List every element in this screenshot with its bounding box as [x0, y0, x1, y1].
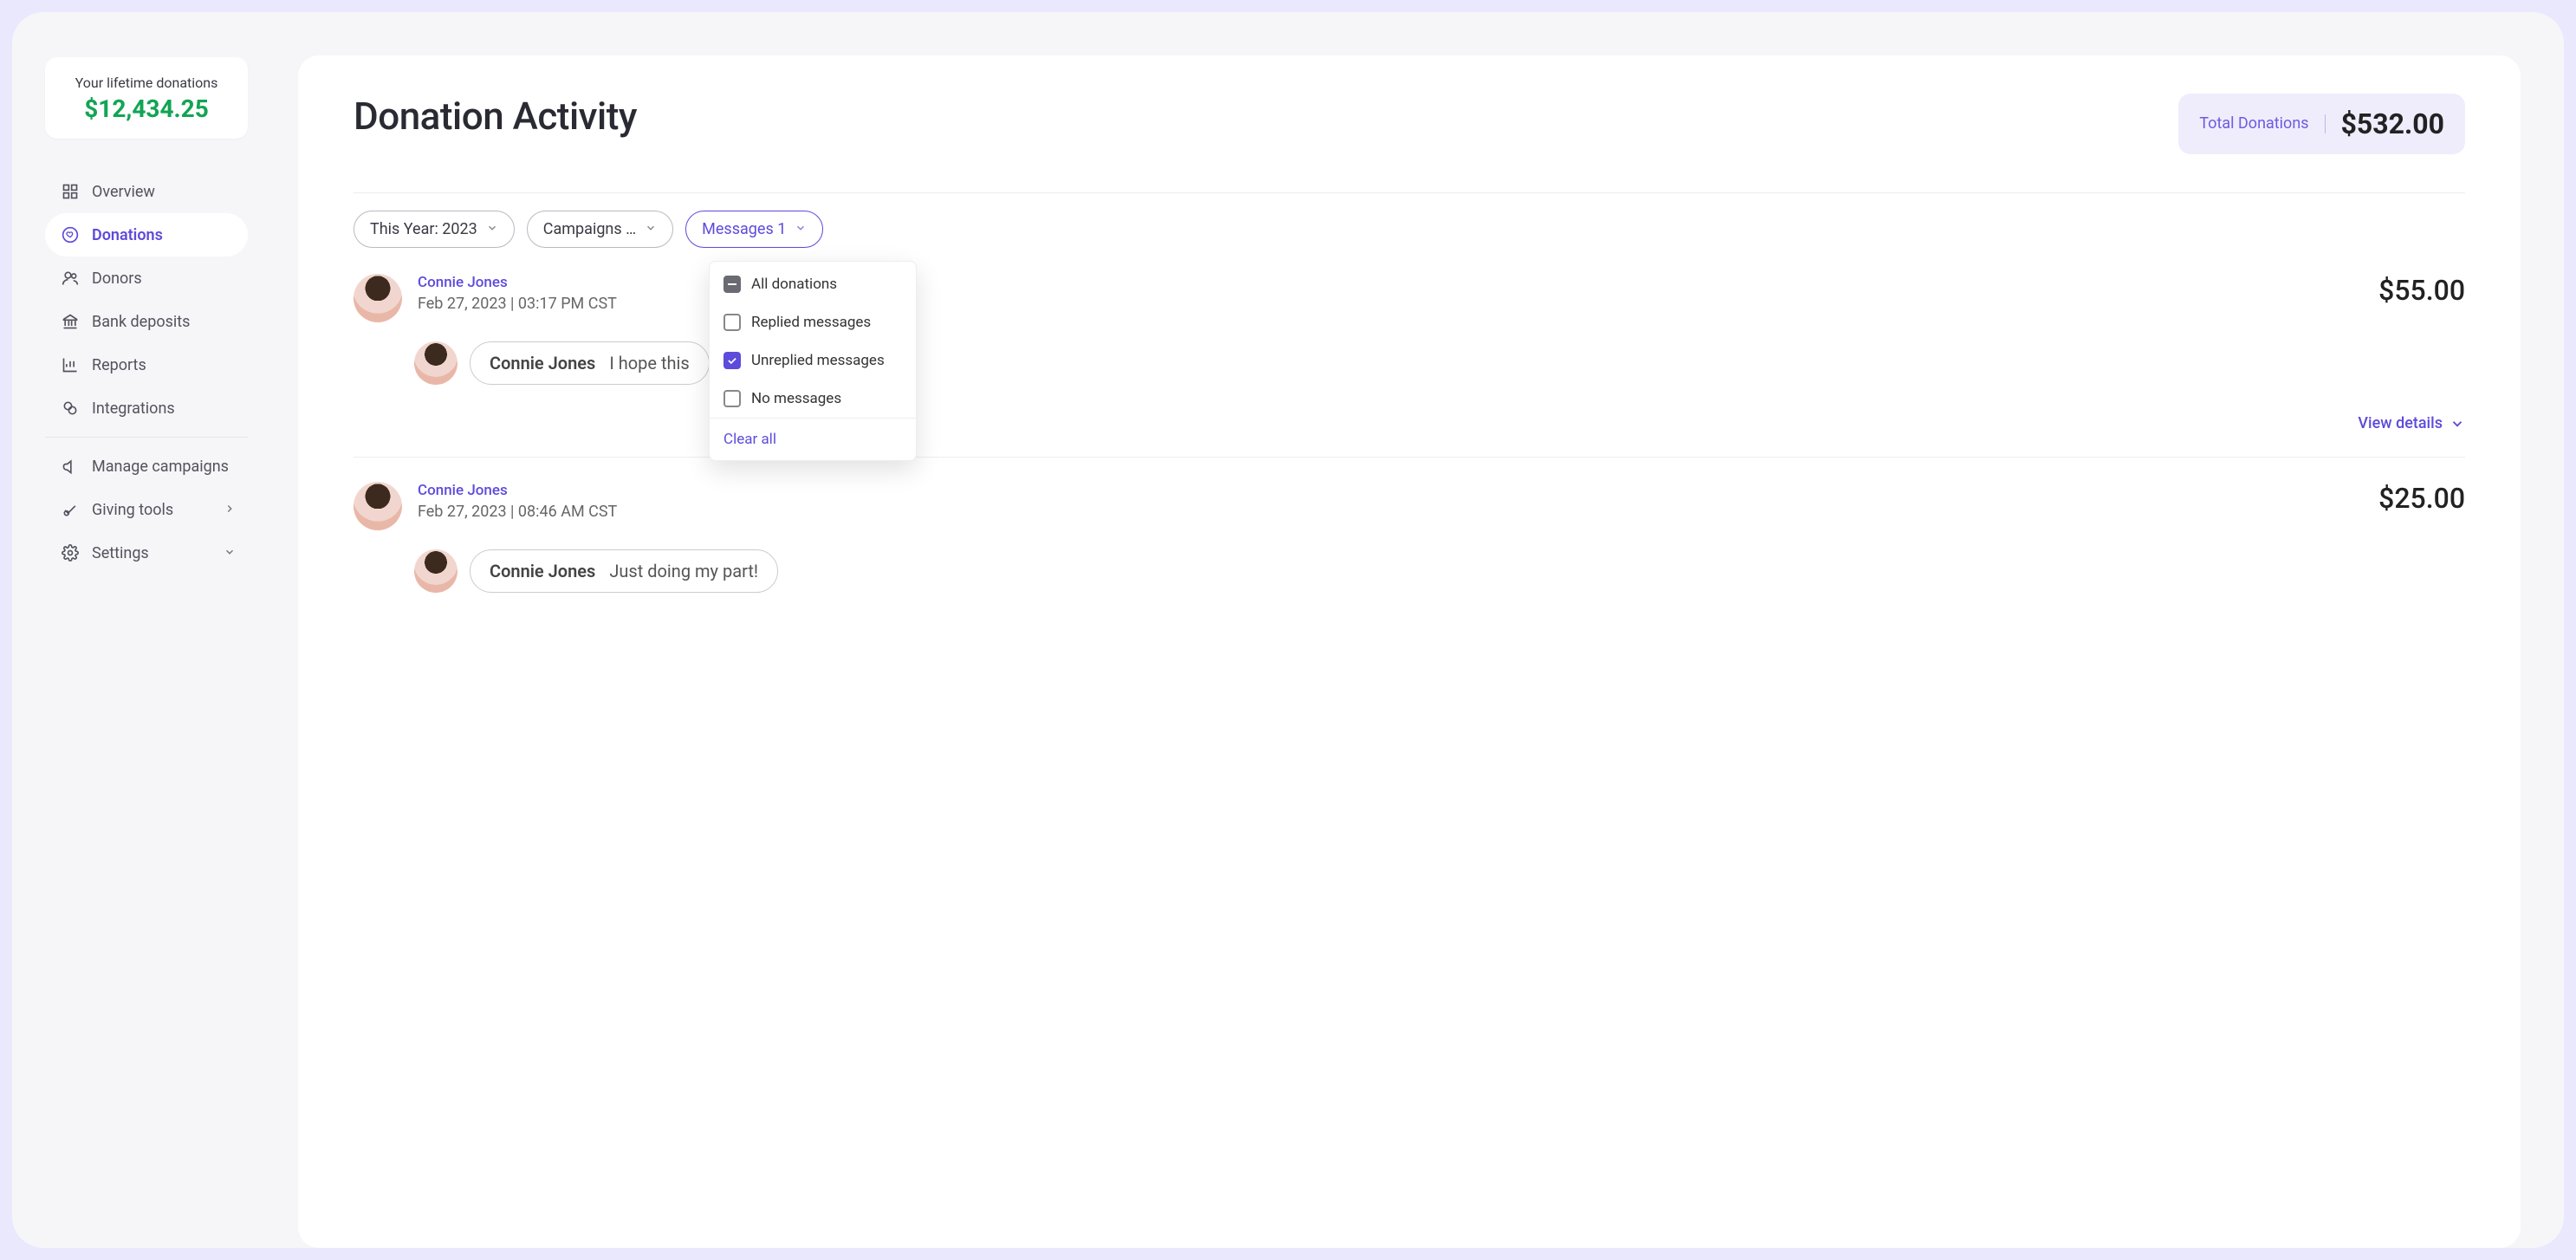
message-author: Connie Jones — [490, 353, 595, 373]
filter-campaigns[interactable]: Campaigns … — [527, 211, 673, 248]
chevron-down-icon — [224, 544, 236, 562]
donation-timestamp: Feb 27, 2023 | 08:46 AM CST — [418, 503, 617, 521]
avatar — [414, 549, 457, 593]
donation-amount: $55.00 — [2378, 274, 2465, 307]
donor-name-link[interactable]: Connie Jones — [418, 274, 617, 291]
sidebar-item-giving-tools[interactable]: Giving tools — [45, 488, 248, 531]
dropdown-clear-all[interactable]: Clear all — [710, 418, 916, 460]
dropdown-option-label: Replied messages — [751, 314, 871, 331]
message-pill[interactable]: Connie Jones Just doing my part! — [470, 549, 778, 593]
messages-filter-dropdown: All donations Replied messages Unreplied… — [709, 261, 917, 461]
dropdown-option-all-donations[interactable]: All donations — [710, 262, 916, 303]
activity-row-header: Connie Jones Feb 27, 2023 | 08:46 AM CST… — [354, 482, 2465, 530]
chart-icon — [61, 355, 80, 374]
checkbox-checked-icon — [723, 352, 741, 369]
lifetime-amount: $12,434.25 — [54, 94, 239, 123]
sidebar-item-reports[interactable]: Reports — [45, 343, 248, 386]
dropdown-option-unreplied[interactable]: Unreplied messages — [710, 341, 916, 380]
dropdown-option-no-messages[interactable]: No messages — [710, 380, 916, 418]
message-pill[interactable]: Connie Jones I hope this — [470, 341, 710, 385]
sidebar-item-label: Integrations — [92, 399, 175, 418]
sidebar-item-label: Settings — [92, 544, 149, 562]
chevron-down-icon — [486, 220, 498, 238]
divider — [354, 192, 2465, 193]
donation-amount: $25.00 — [2378, 482, 2465, 515]
view-details-label: View details — [2358, 414, 2443, 432]
message-row: Connie Jones Just doing my part! — [354, 549, 2465, 593]
chevron-down-icon — [2449, 416, 2465, 432]
rocket-icon — [61, 500, 80, 519]
sidebar-item-donations[interactable]: Donations — [45, 213, 248, 257]
message-row: Connie Jones I hope this — [354, 341, 2465, 385]
bank-icon — [61, 312, 80, 331]
filter-bar: This Year: 2023 Campaigns … Messages 1 A… — [354, 211, 2465, 248]
avatar — [354, 274, 402, 322]
activity-row: Connie Jones Feb 27, 2023 | 08:46 AM CST… — [354, 457, 2465, 617]
megaphone-icon — [61, 457, 80, 476]
filter-label: This Year: 2023 — [370, 220, 477, 238]
view-details-toggle[interactable]: View details — [354, 414, 2465, 432]
donor-name-link[interactable]: Connie Jones — [418, 482, 617, 499]
lifetime-label: Your lifetime donations — [54, 75, 239, 91]
sidebar-item-label: Giving tools — [92, 501, 173, 519]
filter-label: Campaigns … — [543, 220, 636, 238]
avatar — [414, 341, 457, 385]
sidebar-item-bank-deposits[interactable]: Bank deposits — [45, 300, 248, 343]
sidebar-item-label: Donations — [92, 226, 163, 244]
dropdown-option-replied[interactable]: Replied messages — [710, 303, 916, 341]
sidebar-item-label: Donors — [92, 270, 142, 288]
activity-row: Connie Jones Feb 27, 2023 | 03:17 PM CST… — [354, 274, 2465, 457]
grid-icon — [61, 182, 80, 201]
dropdown-option-label: Unreplied messages — [751, 352, 885, 369]
dropdown-option-label: All donations — [751, 276, 837, 293]
activity-row-left: Connie Jones Feb 27, 2023 | 08:46 AM CST — [354, 482, 617, 530]
lifetime-donations-card: Your lifetime donations $12,434.25 — [45, 57, 248, 139]
sidebar-item-integrations[interactable]: Integrations — [45, 386, 248, 430]
checkbox-empty-icon — [723, 314, 741, 331]
avatar — [354, 482, 402, 530]
message-author: Connie Jones — [490, 561, 595, 581]
sidebar-item-label: Reports — [92, 356, 146, 374]
sidebar-item-settings[interactable]: Settings — [45, 531, 248, 575]
total-donations-label: Total Donations — [2199, 114, 2325, 134]
nav-divider — [45, 437, 248, 438]
primary-nav: Overview Donations Donors Bank deposits — [45, 170, 248, 575]
gear-icon — [61, 543, 80, 562]
sidebar-item-manage-campaigns[interactable]: Manage campaigns — [45, 445, 248, 488]
sidebar-item-label: Overview — [92, 183, 155, 201]
users-icon — [61, 269, 80, 288]
checkbox-empty-icon — [723, 390, 741, 407]
total-donations-amount: $532.00 — [2341, 107, 2444, 140]
sidebar-item-donors[interactable]: Donors — [45, 257, 248, 300]
link-icon — [61, 399, 80, 418]
main-header: Donation Activity Total Donations $532.0… — [354, 94, 2465, 154]
filter-year[interactable]: This Year: 2023 — [354, 211, 515, 248]
filter-label: Messages 1 — [702, 220, 786, 238]
message-text: Just doing my part! — [609, 561, 758, 581]
sidebar-item-label: Manage campaigns — [92, 458, 229, 476]
activity-row-header: Connie Jones Feb 27, 2023 | 03:17 PM CST… — [354, 274, 2465, 322]
message-text: I hope this — [609, 353, 689, 373]
chevron-right-icon — [224, 501, 236, 519]
heart-icon — [61, 225, 80, 244]
total-donations-box: Total Donations $532.00 — [2178, 94, 2465, 154]
activity-row-left: Connie Jones Feb 27, 2023 | 03:17 PM CST — [354, 274, 617, 322]
donation-timestamp: Feb 27, 2023 | 03:17 PM CST — [418, 295, 617, 313]
chevron-down-icon — [795, 220, 807, 238]
activity-list: Connie Jones Feb 27, 2023 | 03:17 PM CST… — [354, 274, 2465, 617]
sidebar: Your lifetime donations $12,434.25 Overv… — [12, 12, 281, 1248]
app-frame: Your lifetime donations $12,434.25 Overv… — [12, 12, 2564, 1248]
page-title: Donation Activity — [354, 94, 637, 139]
filter-messages[interactable]: Messages 1 — [685, 211, 823, 248]
dropdown-option-label: No messages — [751, 390, 841, 407]
sidebar-item-overview[interactable]: Overview — [45, 170, 248, 213]
sidebar-item-label: Bank deposits — [92, 313, 190, 331]
checkbox-indeterminate-icon — [723, 276, 741, 293]
chevron-down-icon — [645, 220, 657, 238]
main-panel: Donation Activity Total Donations $532.0… — [298, 55, 2521, 1248]
